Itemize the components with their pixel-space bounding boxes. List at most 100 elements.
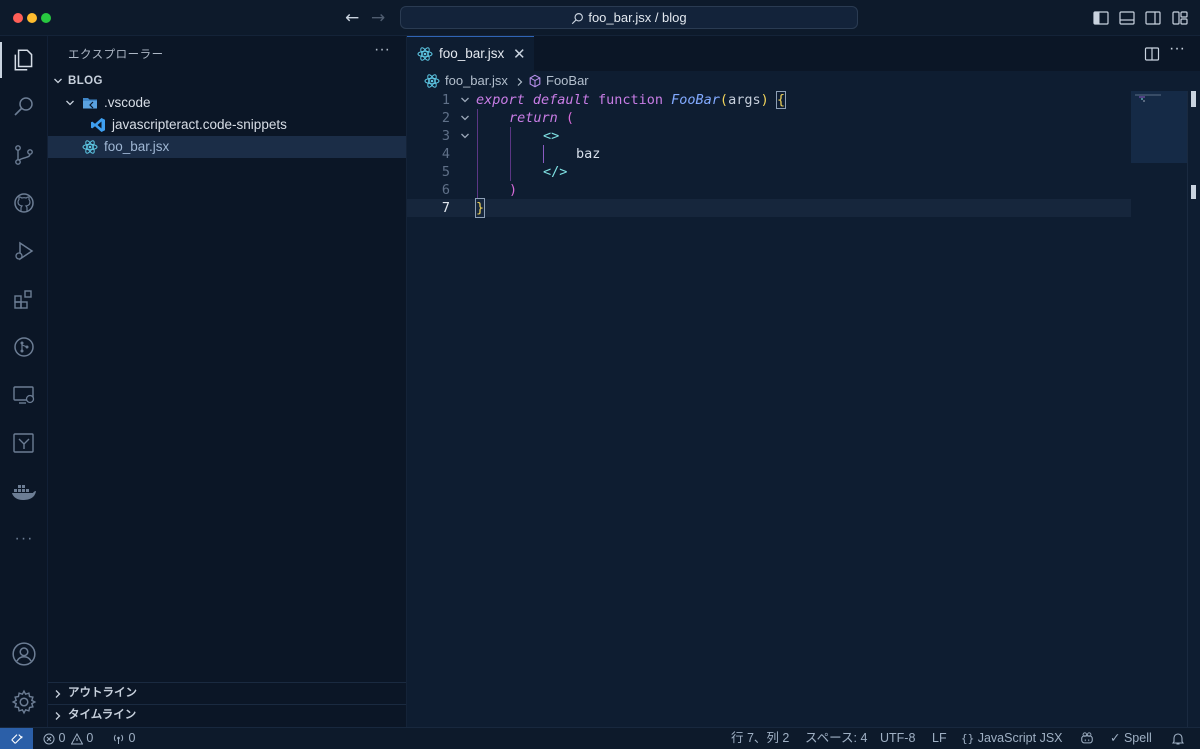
bell-icon[interactable] [1171,728,1185,749]
source-control-icon[interactable] [10,141,38,169]
code-text: baz [576,146,601,162]
forward-arrow-icon[interactable]: → [371,8,385,28]
active-indicator [0,42,2,78]
code-text: return ( [509,110,575,126]
breadcrumb-file[interactable]: foo_bar.jsx [445,73,508,88]
customize-layout-icon[interactable] [1172,10,1188,26]
accounts-icon[interactable] [10,640,38,668]
end-of-line[interactable]: LF [932,728,947,749]
check-icon: ✓ [1110,731,1121,745]
remote-indicator-icon[interactable] [0,728,33,749]
fold-chevron-icon[interactable] [459,109,471,127]
chevron-right-icon [52,705,64,727]
settings-gear-icon[interactable] [10,688,38,716]
ports-count: 0 [128,731,136,745]
spell-label: Spell [1123,731,1152,745]
vscode-logo-icon [91,118,105,132]
tree-item-label: javascripteract.code-snippets [112,117,287,132]
tree-item-label: .vscode [104,95,151,110]
extensions-icon[interactable] [10,285,38,313]
vscode-folder-icon [83,98,97,109]
zoom-window-button[interactable] [41,13,51,23]
language-mode[interactable]: {} JavaScript JSX [961,728,1063,749]
encoding[interactable]: UTF-8 [880,728,915,749]
explorer-icon[interactable] [10,46,38,74]
timeline-label: タイムライン [68,709,137,721]
run-debug-icon[interactable] [10,237,38,265]
tree-item-vscode-folder[interactable]: .vscode [48,92,406,114]
close-window-button[interactable] [13,13,23,23]
toggle-primary-sidebar-icon[interactable] [1093,10,1109,26]
tree-item-foo-bar-jsx[interactable]: foo_bar.jsx [48,136,406,158]
broadcast-icon [113,734,124,744]
line-number: 6 [441,182,450,198]
react-icon [424,74,440,88]
code-text: } [474,198,486,218]
tab-label: foo_bar.jsx [439,46,505,61]
sidebar-title: エクスプローラー [68,49,164,61]
code-line: 4 baz [407,145,1131,163]
minimize-window-button[interactable] [27,13,37,23]
tree-root-blog[interactable]: BLOG [48,70,406,92]
explorer-sidebar: エクスプローラー ··· BLOG .vscode javascripterac… [48,36,407,727]
close-icon[interactable]: ✕ [513,45,526,63]
react-icon [82,140,98,154]
activity-bar: ··· [0,36,48,727]
timeline-section-header[interactable]: タイムライン [48,704,406,726]
status-bar: 0 0 0 行 7、列 2 スペース: 4 UTF-8 LF {} JavaSc… [0,727,1200,749]
pull-requests-icon[interactable] [10,333,38,361]
fold-chevron-icon[interactable] [459,127,471,145]
minimap-content [1135,94,1161,102]
problems-indicator[interactable]: 0 0 [43,728,93,749]
code-line: 3 <> [407,127,1131,145]
warning-icon [70,732,84,745]
remote-explorer-icon[interactable] [10,381,38,409]
github-icon[interactable] [10,189,38,217]
editor-more-icon[interactable]: ··· [1169,40,1185,58]
chevron-right-icon [52,683,64,705]
line-number: 3 [441,128,450,144]
chevron-right-icon [515,75,525,90]
outline-label: アウトライン [68,687,137,699]
tree-item-label: foo_bar.jsx [104,139,170,154]
code-text: </> [543,164,568,180]
title-bar: ← → foo_bar.jsx / blog [0,0,1200,36]
code-text: <> [543,128,560,144]
cursor-position-marker [1191,185,1196,199]
spell-check[interactable]: ✓ Spell [1110,728,1152,749]
ports-indicator[interactable]: 0 [112,728,135,749]
breadcrumb-symbol[interactable]: FooBar [546,73,589,88]
back-arrow-icon[interactable]: ← [345,8,359,28]
breadcrumb: foo_bar.jsx FooBar [407,71,1200,91]
split-editor-icon[interactable] [1144,46,1160,62]
cursor-position[interactable]: 行 7、列 2 [731,728,789,749]
command-center-label: foo_bar.jsx / blog [588,10,687,25]
error-icon [43,733,55,745]
search-icon[interactable] [10,93,38,121]
tab-foo-bar-jsx[interactable]: foo_bar.jsx ✕ [407,36,534,71]
testing-icon[interactable] [10,429,38,457]
code-line: 6 ) [407,181,1131,199]
code-line: 5 </> [407,163,1131,181]
command-center[interactable]: foo_bar.jsx / blog [400,6,858,29]
more-icon[interactable]: ··· [10,525,38,553]
tree-item-code-snippets[interactable]: javascripteract.code-snippets [48,114,406,136]
minimap[interactable] [1131,91,1187,163]
indentation[interactable]: スペース: 4 [805,728,867,749]
toggle-panel-icon[interactable] [1119,10,1135,26]
code-editor[interactable]: 1 export default function FooBar(args) {… [407,91,1200,727]
outline-section-header[interactable]: アウトライン [48,682,406,704]
chevron-down-icon [64,92,76,114]
error-count: 0 [58,731,66,745]
code-line: 1 export default function FooBar(args) { [407,91,1131,109]
docker-icon[interactable] [10,477,38,505]
sidebar-more-icon[interactable]: ··· [374,41,390,59]
vertical-scrollbar[interactable] [1187,91,1200,727]
language-label: JavaScript JSX [977,731,1063,745]
copilot-icon[interactable] [1080,728,1094,749]
fold-chevron-icon[interactable] [459,91,471,109]
toggle-secondary-sidebar-icon[interactable] [1145,10,1161,26]
react-icon [417,47,433,61]
warning-count: 0 [86,731,94,745]
line-number: 1 [441,92,450,108]
